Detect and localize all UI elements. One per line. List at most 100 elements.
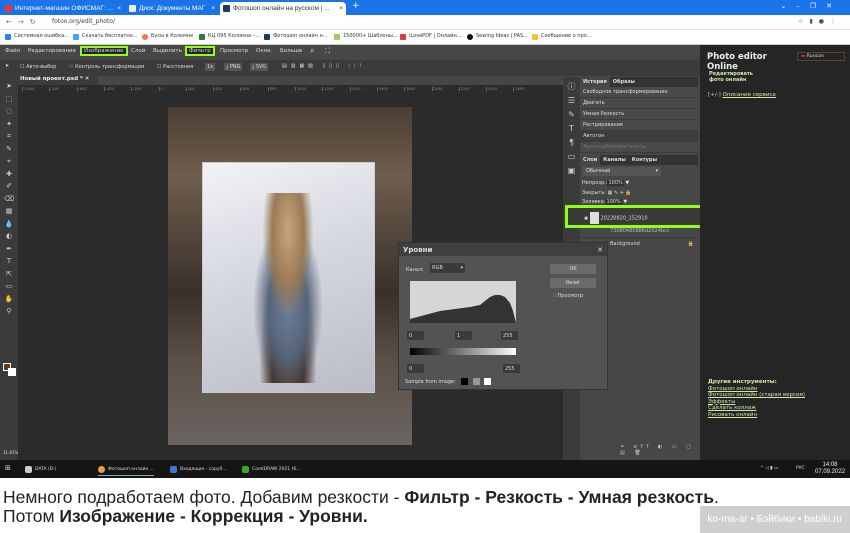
taskbar-item[interactable]: Фотошоп онлайн ...: [98, 463, 155, 476]
input-gamma[interactable]: 1: [455, 331, 472, 340]
taskbar-label: Входящие - copy0...: [180, 467, 227, 472]
tab-officemag[interactable]: Интернет-магазин ОФИСМАГ: ... ×: [2, 2, 124, 15]
layer-row-selected[interactable]: ◉ 20220820_152910: [565, 205, 713, 228]
browser-actions-icon[interactable]: ☆▮●⋮: [798, 18, 842, 25]
history-item[interactable]: Свободное трансформирование: [580, 87, 698, 98]
url-input[interactable]: fotoo.org/edit_photo/: [52, 18, 115, 25]
close-tab-icon[interactable]: ×: [211, 2, 215, 15]
close-document-icon[interactable]: ✕: [85, 76, 90, 82]
nav-buttons-icon[interactable]: ←→↻: [6, 18, 42, 26]
bookmark[interactable]: Sewing Ideas | PAS...: [467, 33, 528, 40]
tray-icons[interactable]: ^ ◁ ▮ ▭: [760, 466, 778, 471]
scale-select[interactable]: 1x: [205, 63, 216, 71]
tab-layers[interactable]: Слои: [580, 155, 601, 165]
site-sidebar: Photo editor Online Редактировать фото о…: [700, 45, 850, 460]
history-item[interactable]: Яркость/Контрастность: [580, 142, 698, 153]
tab-disk[interactable]: Диск: Документы МАГ ×: [126, 2, 218, 15]
history-item[interactable]: Растрирование: [580, 120, 698, 131]
channel-select[interactable]: RGB ▾: [430, 263, 465, 273]
tab-fotoo[interactable]: Фотошоп онлайн на русском | ... ×: [220, 2, 346, 15]
toggle-link[interactable]: [+/-]: [708, 92, 721, 98]
fullscreen-icon[interactable]: ⛶: [325, 47, 330, 56]
keyboard-language[interactable]: РУС: [796, 466, 805, 471]
fill-label: Заливка:: [582, 199, 606, 205]
taskbar-item[interactable]: Входящие - copy0...: [170, 463, 227, 476]
bookmark[interactable]: Системная ошибка...: [5, 33, 69, 40]
doll-photo-layer[interactable]: [202, 162, 375, 393]
bookmark[interactable]: Бусы в Коломне: [142, 33, 193, 40]
link-draw[interactable]: Рисовать онлайн: [708, 412, 805, 419]
language-select[interactable]: ▬ Russian: [797, 52, 845, 61]
close-tab-icon[interactable]: ×: [117, 2, 121, 15]
ok-button[interactable]: OK: [550, 264, 596, 274]
link-photoshop-old[interactable]: Фотошоп онлайн (старая версия): [708, 392, 805, 399]
sample-gray-eyedropper[interactable]: [473, 378, 480, 385]
output-white[interactable]: 255: [503, 364, 520, 373]
transform-label: Контроль трансформации: [75, 64, 145, 70]
tool-icons[interactable]: ➤ ⬚ ◌ ✦ ⌗ ✎ ⌖ ✚ ✐ ⌫ ▦ 💧 ◐ ✒ T ⇱ ▭ ✋ ⚲: [0, 76, 18, 318]
input-white[interactable]: 255: [501, 331, 518, 340]
layer-actions-icons[interactable]: ⚭ eff ◐ ▭ ▢ ▤ 🗑: [620, 444, 698, 456]
export-svg-button[interactable]: ⤓ SVG: [250, 63, 269, 71]
align-icons[interactable]: ▤▥▦▧ ▯▯▯ ⁞⁞⁞: [282, 63, 365, 69]
menu-select[interactable]: Выделить: [153, 48, 182, 54]
bookmark[interactable]: Скачать бесплатно...: [73, 33, 138, 40]
background-color-swatch[interactable]: [8, 368, 16, 376]
description-row: [+/-] Описание сервиса: [708, 92, 776, 98]
bookmark[interactable]: Сообщение о про...: [532, 33, 592, 40]
bookmark[interactable]: iLovePDF | Онлайн...: [400, 33, 462, 40]
close-tab-icon[interactable]: ×: [339, 2, 343, 15]
transform-checkbox[interactable]: ☑ Контроль трансформации: [69, 64, 144, 70]
history-item[interactable]: Автотон: [580, 131, 698, 142]
menu-filter[interactable]: Фильтр: [185, 46, 215, 56]
bookmark-label: Sewing Ideas | PAS...: [476, 33, 528, 39]
clock[interactable]: 14:08 07.09.2022: [815, 462, 845, 476]
description-link[interactable]: Описание сервиса: [723, 92, 776, 98]
eye-icon[interactable]: ◉: [584, 216, 588, 222]
bookmark[interactable]: 150000+ Шаблоны...: [334, 33, 398, 40]
menu-view[interactable]: Просмотр: [220, 48, 248, 54]
distances-checkbox[interactable]: ☐ Расстояния: [157, 64, 193, 70]
menu-file[interactable]: Файл: [5, 48, 20, 54]
menu-layer[interactable]: Слой: [131, 48, 145, 54]
history-item[interactable]: Двигать: [580, 98, 698, 109]
document-tab[interactable]: Новый проект.psd * ✕: [18, 76, 98, 85]
site-subtitle: Редактировать фото онлайн: [709, 71, 753, 83]
search-icon[interactable]: ⌕: [310, 46, 314, 56]
export-png-button[interactable]: ⤓ PNG: [224, 63, 243, 71]
windows-start-icon[interactable]: ⊞: [5, 464, 11, 472]
window-controls-icon[interactable]: ⌄–❐✕: [780, 2, 842, 10]
lock-icons[interactable]: ▦ ✎ ✛ 🔒: [608, 190, 632, 196]
sample-white-eyedropper[interactable]: [484, 378, 491, 385]
menu-image[interactable]: Изображение: [80, 46, 128, 56]
preview-checkbox[interactable]: ☑Просмотр: [553, 293, 583, 299]
blend-mode-select[interactable]: Обычный ▾: [583, 167, 661, 176]
output-gradient: [410, 348, 516, 355]
taskbar-item[interactable]: DATA (D:): [25, 463, 57, 476]
auto-select-checkbox[interactable]: ☐ Авто-выбор: [20, 64, 56, 70]
new-tab-icon[interactable]: +: [352, 1, 360, 11]
output-black[interactable]: 0: [407, 364, 424, 373]
tab-channels[interactable]: Каналы: [600, 155, 628, 165]
sample-black-eyedropper[interactable]: [461, 378, 468, 385]
tab-history[interactable]: История: [580, 77, 610, 87]
taskbar-item[interactable]: CorelDRAW 2021 (6...: [242, 463, 301, 476]
tab-paths[interactable]: Контуры: [629, 155, 660, 165]
close-icon[interactable]: ✕: [597, 246, 603, 254]
bookmark[interactable]: Фотошоп онлайн н...: [264, 33, 328, 40]
menu-window[interactable]: Окно: [256, 48, 271, 54]
tab-swatches[interactable]: Образы: [610, 77, 638, 87]
ruler-tick: 2600: [513, 87, 525, 91]
layer-row[interactable]: 73080485886d2024bcc: [580, 225, 698, 237]
levels-title-bar[interactable]: Уровни ✕: [399, 243, 607, 256]
reset-button[interactable]: Reset: [550, 278, 596, 288]
bookmark[interactable]: КЦ 095 Коломна - ...: [199, 33, 261, 40]
menu-edit[interactable]: Редактирование: [28, 48, 76, 54]
fill-input[interactable]: 100%: [605, 199, 622, 205]
svg-label: SVG: [255, 64, 267, 70]
opacity-input[interactable]: 100%: [607, 180, 624, 186]
menu-more[interactable]: Больше: [280, 48, 302, 54]
history-item[interactable]: Умная Резкость: [580, 109, 698, 120]
panel-icons[interactable]: ⓘ ☰ ✎ T ¶ ▭ ▣: [563, 77, 580, 178]
input-black[interactable]: 0: [407, 331, 424, 340]
